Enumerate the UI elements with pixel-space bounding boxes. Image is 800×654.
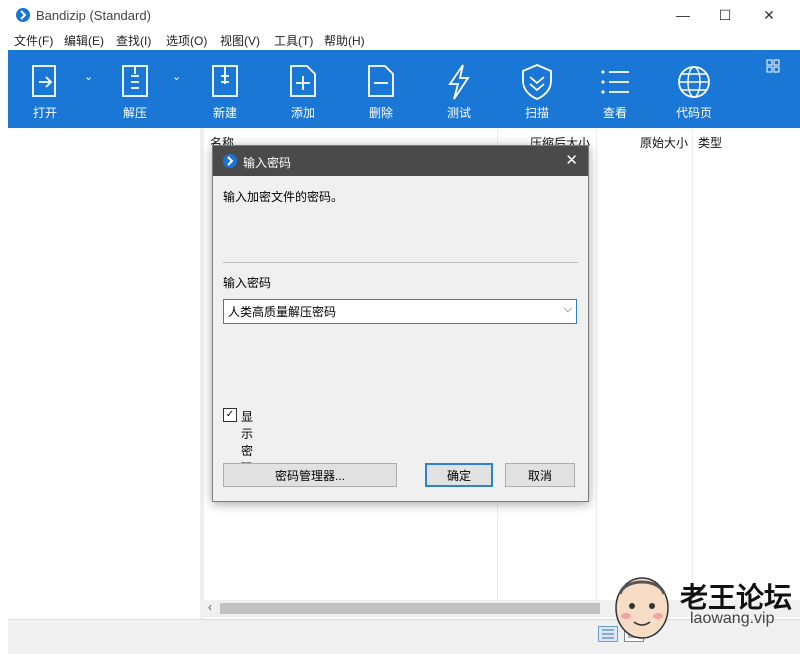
menu-file[interactable]: 文件(F) xyxy=(14,32,53,49)
test-label: 测试 xyxy=(446,106,471,120)
menu-bar: 文件(F) 编辑(E) 查找(I) 选项(O) 视图(V) 工具(T) 帮助(H… xyxy=(0,30,800,50)
add-file-icon xyxy=(290,65,316,97)
new-button[interactable]: 新建 xyxy=(200,50,250,128)
add-button[interactable]: 添加 xyxy=(278,50,328,128)
menu-help[interactable]: 帮助(H) xyxy=(324,32,365,49)
column-header-type[interactable]: 类型 xyxy=(698,134,722,151)
new-label: 新建 xyxy=(212,106,237,120)
menu-find[interactable]: 查找(I) xyxy=(116,32,151,49)
lightning-icon xyxy=(448,64,470,100)
delete-button[interactable]: 删除 xyxy=(356,50,406,128)
menu-view[interactable]: 视图(V) xyxy=(220,32,260,49)
view-button[interactable]: 查看 xyxy=(590,50,640,128)
scan-label: 扫描 xyxy=(524,106,549,120)
checkbox-checked-icon[interactable]: ✓ xyxy=(223,408,237,422)
dialog-description: 输入加密文件的密码。 xyxy=(223,190,344,204)
scan-button[interactable]: 扫描 xyxy=(512,50,562,128)
layout-grid-icon[interactable] xyxy=(766,59,780,73)
dialog-title: 输入密码 xyxy=(243,156,292,170)
scroll-left-icon[interactable]: ‹ xyxy=(208,600,212,614)
column-header-original-size[interactable]: 原始大小 xyxy=(640,134,688,151)
window-title: Bandizip (Standard) xyxy=(36,8,151,23)
column-divider xyxy=(596,128,597,600)
password-label: 输入密码 xyxy=(223,276,272,290)
old-man-face-icon xyxy=(615,577,669,639)
close-window-button[interactable]: ✕ xyxy=(746,0,792,30)
scrollbar-thumb[interactable] xyxy=(220,603,600,614)
password-manager-button[interactable]: 密码管理器... xyxy=(223,463,397,487)
folder-tree-pane[interactable] xyxy=(8,128,201,620)
extract-label: 解压 xyxy=(122,106,147,120)
menu-tools[interactable]: 工具(T) xyxy=(274,32,313,49)
list-icon xyxy=(601,70,629,94)
open-label: 打开 xyxy=(32,106,57,120)
extract-button[interactable]: 解压 xyxy=(110,50,160,128)
column-divider xyxy=(692,128,693,600)
dialog-close-icon[interactable]: ✕ xyxy=(565,151,578,169)
new-archive-icon xyxy=(212,65,238,97)
title-bar: Bandizip (Standard) — ☐ ✕ xyxy=(0,0,800,30)
open-dropdown-icon[interactable]: ⌄ xyxy=(84,70,93,83)
watermark: 老王论坛 laowang.vip xyxy=(610,568,800,648)
bandizip-logo-icon xyxy=(223,154,237,168)
globe-icon xyxy=(678,66,710,98)
maximize-button[interactable]: ☐ xyxy=(702,0,748,30)
menu-options[interactable]: 选项(O) xyxy=(166,32,207,49)
password-input[interactable] xyxy=(228,300,548,323)
open-button[interactable]: 打开 xyxy=(20,50,70,128)
view-label: 查看 xyxy=(602,106,627,120)
password-dialog: 输入密码 ✕ 输入加密文件的密码。 输入密码 ⌵ ✓ 显示密码 密码管理器...… xyxy=(212,145,589,502)
extract-icon xyxy=(122,65,148,97)
delete-label: 删除 xyxy=(368,106,393,120)
toolbar: 打开 ⌄ 解压 ⌄ 新建 添加 删除 测试 扫描 查看 代码页 xyxy=(8,50,800,128)
chevron-down-icon[interactable]: ⌵ xyxy=(564,303,572,316)
codepage-button[interactable]: 代码页 xyxy=(668,50,720,128)
password-combobox[interactable]: ⌵ xyxy=(223,299,577,324)
delete-file-icon xyxy=(368,65,394,97)
menu-edit[interactable]: 编辑(E) xyxy=(64,32,104,49)
ok-button[interactable]: 确定 xyxy=(425,463,493,487)
minimize-button[interactable]: — xyxy=(660,0,706,30)
shield-icon xyxy=(522,64,552,100)
bandizip-logo-icon xyxy=(16,8,30,22)
dialog-title-bar: 输入密码 ✕ xyxy=(213,146,588,176)
test-button[interactable]: 测试 xyxy=(434,50,484,128)
extract-dropdown-icon[interactable]: ⌄ xyxy=(172,70,181,83)
codepage-label: 代码页 xyxy=(675,106,712,120)
cancel-button[interactable]: 取消 xyxy=(505,463,575,487)
watermark-url: laowang.vip xyxy=(690,610,775,627)
divider xyxy=(223,262,578,263)
open-icon xyxy=(32,65,56,97)
add-label: 添加 xyxy=(290,106,315,120)
